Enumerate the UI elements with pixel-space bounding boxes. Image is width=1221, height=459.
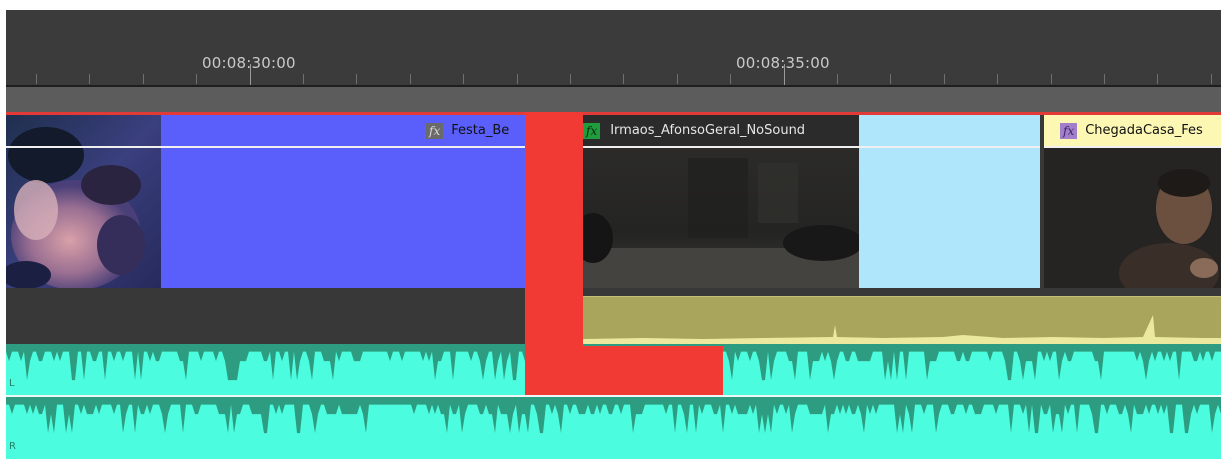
ruler-tick (1104, 74, 1105, 84)
clip-title: fx ChegadaCasa_Fes (1060, 115, 1203, 146)
ruler-tick (36, 74, 37, 84)
clip-header-divider (583, 146, 1040, 148)
clip-title: fx Festa_Be (426, 115, 509, 146)
ruler-tick (623, 74, 624, 84)
ruler-tick (890, 74, 891, 84)
clip-name: Festa_Be (451, 123, 510, 138)
ruler-tick (1211, 74, 1212, 84)
timeline-panel: 00:08:30:00 00:08:35:00 fx Festa_Be fx I… (0, 0, 1221, 459)
fx-badge-icon[interactable]: fx (583, 122, 601, 139)
ruler-tick (143, 74, 144, 84)
ruler-tick (997, 74, 998, 84)
audio-waveform (583, 315, 1221, 344)
gap-highlight[interactable] (525, 112, 583, 395)
work-area-bar[interactable] (6, 87, 1221, 112)
ruler-tick (570, 74, 571, 84)
timecode-label: 00:08:30:00 (202, 54, 296, 72)
linked-audio-clip[interactable] (583, 296, 1221, 346)
fx-badge-icon[interactable]: fx (1060, 122, 1078, 139)
clip-header-divider (1044, 146, 1221, 148)
ruler-tick (356, 74, 357, 84)
ruler-tick (517, 74, 518, 84)
ruler-tick (463, 74, 464, 84)
clip-name: Irmaos_AfonsoGeral_NoSound (610, 123, 806, 138)
video-clip-festa[interactable]: fx Festa_Be (6, 115, 525, 288)
ruler-tick (410, 74, 411, 84)
ruler-tick (837, 74, 838, 84)
ruler-tick (677, 74, 678, 84)
ruler-tick (196, 74, 197, 84)
clip-thumbnail (583, 148, 859, 288)
time-ruler[interactable]: 00:08:30:00 00:08:35:00 (6, 10, 1221, 85)
right-channel-label: R (9, 441, 16, 452)
clip-thumbnail (6, 115, 161, 288)
timecode-label: 00:08:35:00 (736, 54, 830, 72)
clip-name: ChegadaCasa_Fes (1085, 123, 1203, 138)
fx-badge-icon[interactable]: fx (426, 122, 444, 139)
ruler-tick (730, 74, 731, 84)
gap-highlight-audio[interactable] (583, 346, 723, 395)
left-channel-label: L (9, 378, 15, 389)
channel-divider (6, 395, 1221, 397)
video-clip-irmaos[interactable]: fx Irmaos_AfonsoGeral_NoSound (583, 115, 1040, 288)
clip-thumbnail (1044, 148, 1221, 288)
clip-header-divider (6, 146, 525, 148)
ruler-tick (1157, 74, 1158, 84)
waveform-band (6, 397, 1221, 434)
ruler-tick (89, 74, 90, 84)
ruler-tick (303, 74, 304, 84)
video-clip-chegada[interactable]: fx ChegadaCasa_Fes (1044, 115, 1221, 288)
render-status-bar (6, 112, 1221, 115)
clip-title: fx Irmaos_AfonsoGeral_NoSound (583, 115, 805, 146)
ruler-tick (1051, 74, 1052, 84)
ruler-tick (944, 74, 945, 84)
